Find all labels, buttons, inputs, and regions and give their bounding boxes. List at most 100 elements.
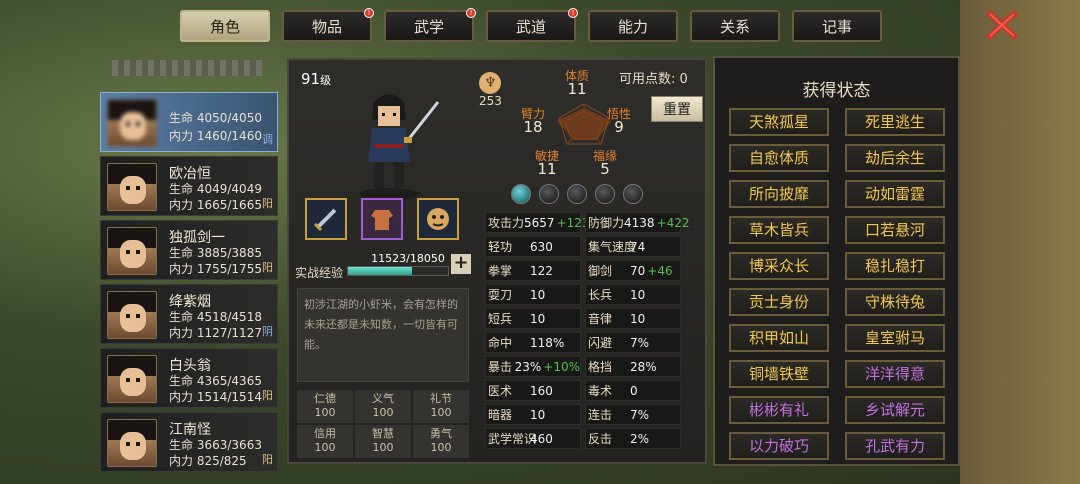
attribute-row: 命中 118% 闪避 7% [485,332,697,353]
virtue-name: 信用 [314,427,336,440]
tab-ability[interactable]: 能力 [588,10,678,42]
status-badge[interactable]: 彬彬有礼 [729,396,829,424]
armor-slot[interactable] [361,198,403,240]
accessory-slot[interactable] [417,198,459,240]
tab-martial-way[interactable]: 武道! [486,8,578,42]
hp-value: 4518/4518 [196,310,262,324]
status-badge[interactable]: 口若悬河 [845,216,945,244]
avatar-face [120,304,146,332]
sword-icon [313,208,337,232]
character-card[interactable]: 独孤剑一 生命 3885/3885 内力 1755/1755 阳 [100,220,278,280]
tab-journal[interactable]: 记事 [792,10,882,42]
status-badge[interactable]: 洋洋得意 [845,360,945,388]
exp-bar [347,266,449,276]
orb-slot[interactable] [539,184,559,204]
virtue-name: 礼节 [430,392,452,405]
tab-items[interactable]: 物品! [282,8,374,42]
background-right [960,0,1080,484]
status-badge[interactable]: 天煞孤星 [729,108,829,136]
avatar [107,163,157,211]
action-point-icon: ♆ [479,72,502,94]
attribute-row: 耍刀 10 长兵 10 [485,284,697,305]
character-card[interactable]: 白头翁 生命 4365/4365 内力 1514/1514 阳 [100,348,278,408]
avatar-eye [126,378,130,382]
status-badge[interactable]: 动如雷霆 [845,180,945,208]
tab-character[interactable]: 角色 [180,10,270,42]
armor-icon [371,210,393,230]
virtue-cell: 智慧 100 [355,425,411,458]
orb-slot-filled[interactable] [511,184,531,204]
avatar-face [120,432,146,460]
avatar [107,355,157,403]
tab-martial-arts[interactable]: 武学! [384,8,476,42]
status-panel: 获得状态 天煞孤星 死里逃生 自愈体质 劫后余生 所向披靡 动如雷霆 草木皆兵 口若悬河 博采众… [713,56,960,466]
attribute-cell: 轻功 630 [485,236,581,257]
status-badge[interactable]: 稳扎稳打 [845,252,945,280]
orb-slot[interactable] [623,184,643,204]
attribute-row: 暴击 23% +10% 格挡 28% [485,356,697,377]
virtue-name: 义气 [372,392,394,405]
status-badge[interactable]: 守株待兔 [845,288,945,316]
status-badge[interactable]: 博采众长 [729,252,829,280]
status-badge[interactable]: 所向披靡 [729,180,829,208]
character-hp: 生命 4050/4050 [169,109,262,126]
status-badge[interactable]: 自愈体质 [729,144,829,172]
status-badge[interactable]: 贡士身份 [729,288,829,316]
tab-relations[interactable]: 关系 [690,10,780,42]
orb-slot[interactable] [567,184,587,204]
weapon-slot[interactable] [305,198,347,240]
status-badge[interactable]: 铜墙铁壁 [729,360,829,388]
mp-value: 1755/1755 [196,262,262,276]
status-badge[interactable]: 孔武有力 [845,432,945,460]
attribute-name: 轻功 [488,240,513,254]
character-card[interactable]: 江南怪 生命 3663/3663 内力 825/825 阳 [100,412,278,472]
tab-label: 武道 [515,17,546,36]
avatar [107,419,157,467]
status-badge[interactable]: 草木皆兵 [729,216,829,244]
attribute-value: 10 [530,288,546,302]
status-badge[interactable]: 以力破巧 [729,432,829,460]
status-badge[interactable]: 劫后余生 [845,144,945,172]
orb-slot[interactable] [595,184,615,204]
stat-comprehension: 悟性 9 [607,107,632,136]
character-card[interactable]: 生命 4050/4050 内力 1460/1460 调 [100,92,278,152]
status-badge[interactable]: 积甲如山 [729,324,829,352]
notification-dot: ! [568,8,578,18]
character-card[interactable]: 欧冶恒 生命 4049/4049 内力 1665/1665 阳 [100,156,278,216]
character-tag: 调 [262,133,273,146]
reset-button[interactable]: 重置 [651,96,703,122]
attribute-row: 武学常识 460 反击 2% [485,428,697,449]
mp-value: 1665/1665 [196,198,262,212]
attribute-name: 暴击 [488,360,513,374]
mp-value: 1514/1514 [196,390,262,404]
attribute-cell: 暗器 10 [485,404,581,425]
attribute-cell: 短兵 10 [485,308,581,329]
character-card[interactable]: 绛紫烟 生命 4518/4518 内力 1127/1127 阴 [100,284,278,344]
status-badge[interactable]: 皇室驸马 [845,324,945,352]
attribute-cell: 集气速度 74 [585,236,681,257]
add-exp-button[interactable]: + [451,254,471,274]
close-icon[interactable] [986,10,1018,40]
attribute-name: 武学常识 [488,432,537,446]
mp-label: 内力 [169,262,194,276]
attribute-value: 10 [630,288,646,302]
attribute-value: 630 [530,240,553,254]
attribute-cell: 连击 7% [585,404,681,425]
attribute-value: 4138 [624,216,655,230]
avatar-eye [126,250,130,254]
hp-label: 生命 [169,246,194,260]
attribute-name: 暗器 [488,408,513,422]
hp-label: 生命 [169,374,194,388]
attribute-name: 集气速度 [588,240,637,254]
stat-agility: 敏捷 11 [535,149,560,178]
attribute-cell: 防御力 4138 +422 [585,212,690,233]
character-tag: 阳 [262,453,273,466]
avatar-face [120,176,146,204]
status-badge[interactable]: 乡试解元 [845,396,945,424]
attribute-row: 短兵 10 音律 10 [485,308,697,329]
character-mp: 内力 1514/1514 [169,388,262,405]
attribute-cell: 暴击 23% +10% [485,356,581,377]
attribute-cell: 毒术 0 [585,380,681,401]
virtue-cell: 义气 100 [355,390,411,423]
status-badge[interactable]: 死里逃生 [845,108,945,136]
